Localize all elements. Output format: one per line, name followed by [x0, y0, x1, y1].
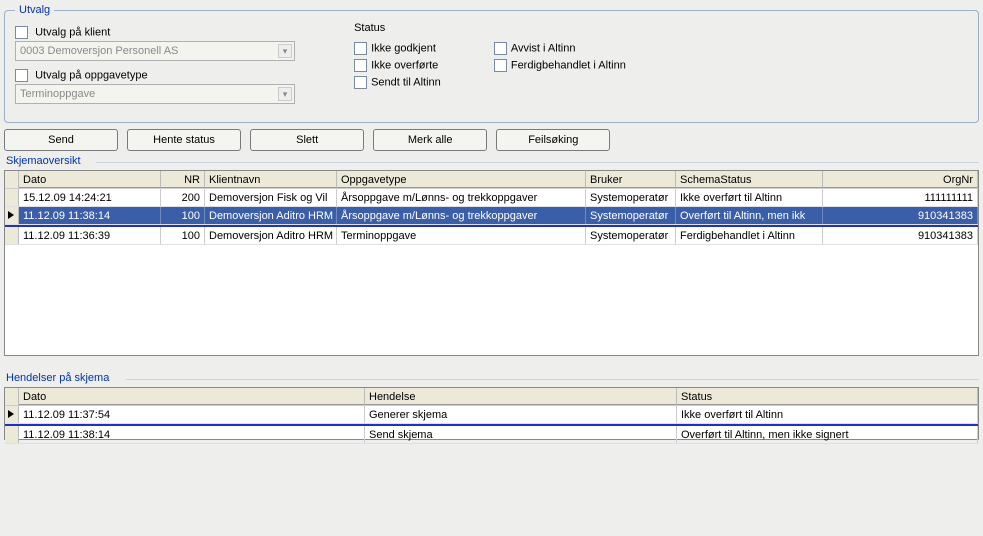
oppg-combo-text: Terminoppgave — [20, 88, 95, 100]
send-button[interactable]: Send — [4, 129, 118, 151]
table-row[interactable]: 11.12.09 11:36:39100Demoversjon Aditro H… — [5, 227, 978, 245]
col-hendelse[interactable]: Hendelse — [365, 388, 677, 405]
col-oppg[interactable]: Oppgavetype — [337, 171, 586, 188]
col-org[interactable]: OrgNr — [823, 171, 978, 188]
status-label: Avvist i Altinn — [511, 43, 576, 55]
col-klient[interactable]: Klientnavn — [205, 171, 337, 188]
klient-combo-text: 0003 Demoversjon Personell AS — [20, 45, 178, 57]
col-dato[interactable]: Dato — [19, 171, 161, 188]
chevron-down-icon: ▾ — [278, 87, 292, 101]
status-checkbox[interactable] — [354, 76, 367, 89]
status-label: Sendt til Altinn — [371, 77, 441, 89]
status-label: Ferdigbehandlet i Altinn — [511, 60, 626, 72]
table-row[interactable]: 11.12.09 11:38:14100Demoversjon Aditro H… — [5, 207, 978, 225]
grid-header: Dato Hendelse Status — [5, 388, 978, 406]
oversikt-title: Skjemaoversikt — [6, 155, 979, 168]
status-checkbox[interactable] — [354, 59, 367, 72]
table-row[interactable]: 11.12.09 11:38:14Send skjemaOverført til… — [5, 426, 978, 444]
status-label: Ikke overførte — [371, 60, 438, 72]
toolbar: Send Hente status Slett Merk alle Feilsø… — [4, 129, 979, 151]
table-row[interactable]: 11.12.09 11:37:54Generer skjemaIkke over… — [5, 406, 978, 424]
filter-oppg-checkbox[interactable] — [15, 69, 28, 82]
slett-button[interactable]: Slett — [250, 129, 364, 151]
merk-alle-button[interactable]: Merk alle — [373, 129, 487, 151]
klient-combo[interactable]: 0003 Demoversjon Personell AS ▾ — [15, 41, 295, 61]
selection-panel: Utvalg Utvalg på klient 0003 Demoversjon… — [4, 4, 979, 123]
feilsoking-button[interactable]: Feilsøking — [496, 129, 610, 151]
filter-klient-checkbox[interactable] — [15, 26, 28, 39]
skjemaoversikt-grid[interactable]: Dato NR Klientnavn Oppgavetype Bruker Sc… — [4, 170, 979, 356]
status-heading: Status — [354, 22, 676, 34]
oppg-combo[interactable]: Terminoppgave ▾ — [15, 84, 295, 104]
filter-oppg-label: Utvalg på oppgavetype — [35, 70, 148, 82]
status-label: Ikke godkjent — [371, 43, 436, 55]
status-checkbox[interactable] — [354, 42, 367, 55]
col-dato[interactable]: Dato — [19, 388, 365, 405]
table-row[interactable]: 15.12.09 14:24:21200Demoversjon Fisk og … — [5, 189, 978, 207]
status-checkbox[interactable] — [494, 42, 507, 55]
status-checkbox[interactable] — [494, 59, 507, 72]
col-bruker[interactable]: Bruker — [586, 171, 676, 188]
col-nr[interactable]: NR — [161, 171, 205, 188]
col-schema[interactable]: SchemaStatus — [676, 171, 823, 188]
col-status[interactable]: Status — [677, 388, 978, 405]
hente-status-button[interactable]: Hente status — [127, 129, 241, 151]
chevron-down-icon: ▾ — [278, 44, 292, 58]
hendelser-grid[interactable]: Dato Hendelse Status 11.12.09 11:37:54Ge… — [4, 387, 979, 440]
filter-klient-label: Utvalg på klient — [35, 27, 110, 39]
selection-legend: Utvalg — [15, 4, 54, 16]
grid-header: Dato NR Klientnavn Oppgavetype Bruker Sc… — [5, 171, 978, 189]
hendelser-title: Hendelser på skjema — [6, 372, 979, 385]
